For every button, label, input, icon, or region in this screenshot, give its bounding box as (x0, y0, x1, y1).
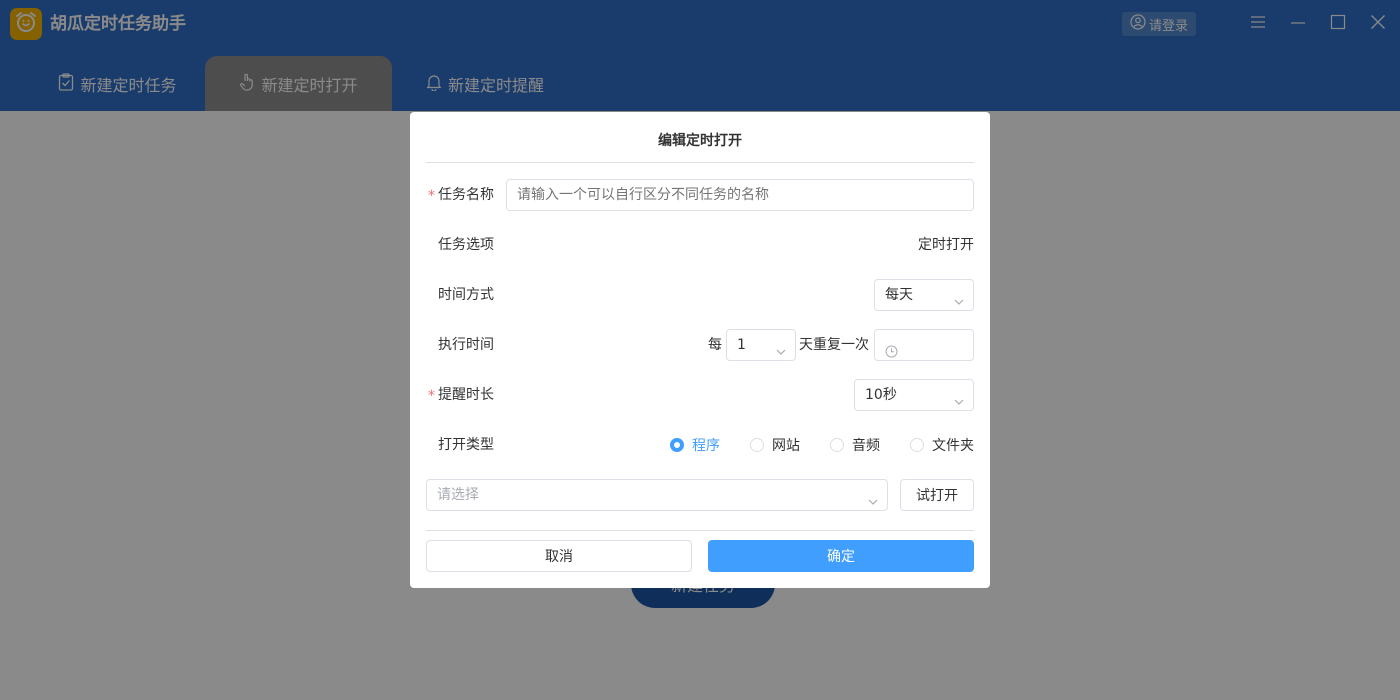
radio-label: 音频 (852, 438, 880, 454)
exec-time-label: 执行时间 (438, 337, 494, 353)
radio-dot (910, 438, 924, 452)
time-picker[interactable] (874, 329, 974, 361)
clock-icon (885, 339, 898, 369)
radio-dot (750, 438, 764, 452)
time-mode-select[interactable]: 每天 (874, 279, 974, 311)
exec-time-prefix: 每 (708, 337, 722, 353)
reminder-duration-select[interactable]: 10秒 (854, 379, 974, 411)
radio-label: 文件夹 (932, 438, 974, 454)
time-mode-label: 时间方式 (438, 287, 494, 303)
radio-label: 程序 (692, 438, 720, 454)
task-name-label: 任务名称 (438, 187, 494, 203)
task-option-value: 定时打开 (918, 237, 974, 253)
dialog-divider (426, 530, 974, 531)
open-type-label: 打开类型 (438, 437, 494, 453)
target-select-placeholder: 请选择 (437, 487, 479, 503)
radio-dot (830, 438, 844, 452)
reminder-duration-value: 10秒 (865, 387, 897, 403)
required-mark: * (428, 388, 435, 404)
radio-label: 网站 (772, 438, 800, 454)
chevron-down-icon (953, 289, 965, 305)
chevron-down-icon (867, 489, 879, 505)
required-mark: * (428, 188, 435, 204)
radio-folder[interactable]: 文件夹 (910, 429, 974, 461)
confirm-button[interactable]: 确定 (708, 540, 974, 572)
radio-program[interactable]: 程序 (670, 429, 720, 461)
cancel-button[interactable]: 取消 (426, 540, 692, 572)
radio-dot (670, 438, 684, 452)
chevron-down-icon (775, 339, 787, 355)
target-select[interactable]: 请选择 (426, 479, 888, 511)
task-option-label: 任务选项 (438, 237, 494, 253)
reminder-duration-label: 提醒时长 (438, 387, 494, 403)
edit-scheduled-open-dialog: 编辑定时打开 * 任务名称 任务选项 定时打开 时间方式 每天 执行时间 每 1… (410, 112, 990, 588)
radio-audio[interactable]: 音频 (830, 429, 880, 461)
task-name-input[interactable] (506, 179, 974, 211)
interval-value: 1 (737, 337, 746, 353)
interval-select[interactable]: 1 (726, 329, 796, 361)
try-open-button[interactable]: 试打开 (900, 479, 974, 511)
radio-website[interactable]: 网站 (750, 429, 800, 461)
chevron-down-icon (953, 389, 965, 405)
time-mode-value: 每天 (885, 287, 913, 303)
exec-time-suffix: 天重复一次 (799, 337, 869, 353)
dialog-title: 编辑定时打开 (426, 112, 974, 163)
